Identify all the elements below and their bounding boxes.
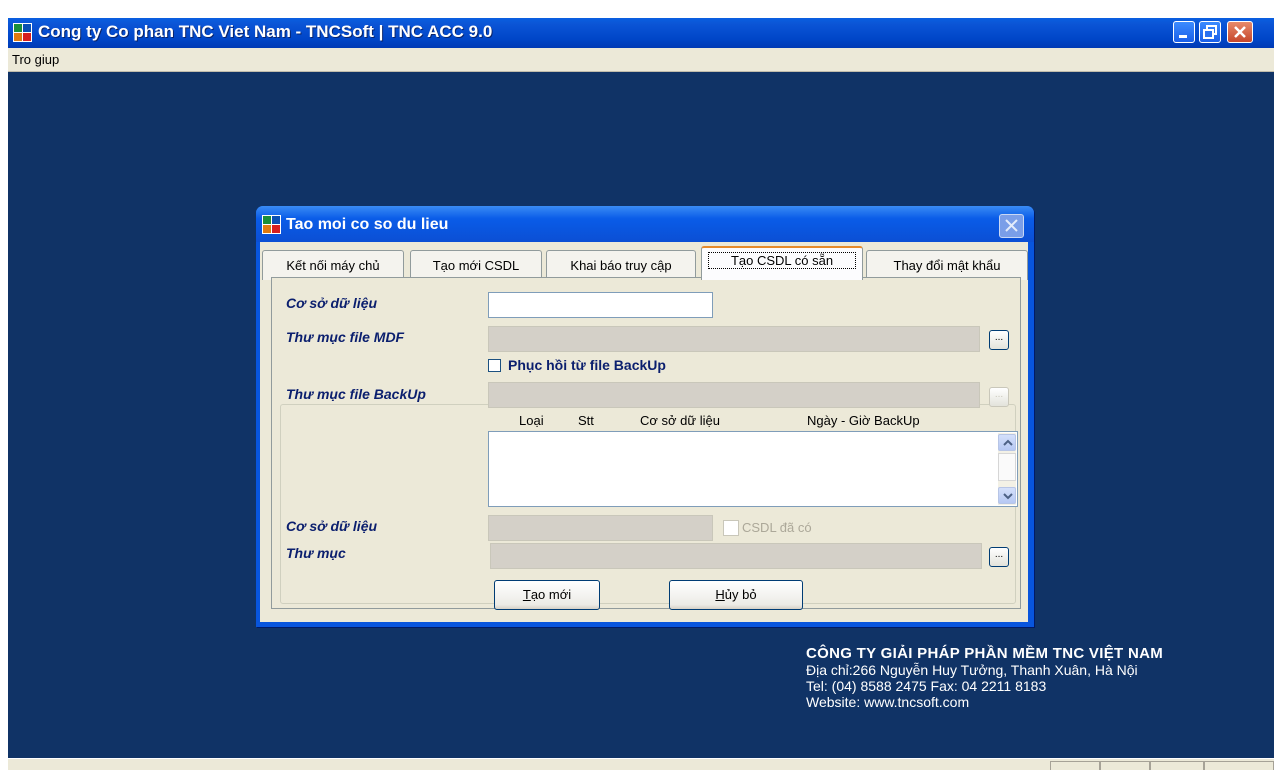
database-label: Cơ sở dữ liệu	[286, 295, 378, 311]
chevron-up-icon	[1003, 439, 1013, 446]
menu-bar: Tro giup	[8, 48, 1274, 72]
scroll-thumb[interactable]	[998, 453, 1016, 481]
backup-list[interactable]	[488, 431, 1018, 507]
backup-browse-button[interactable]: ...	[989, 387, 1009, 407]
dialog-close-button[interactable]	[999, 214, 1024, 238]
tab-existing-database[interactable]: Tạo CSDL có sẵn	[701, 246, 863, 280]
restore-button[interactable]	[1199, 21, 1221, 43]
exists-checkbox[interactable]	[723, 520, 739, 536]
tab-change-password[interactable]: Thay đổi mật khẩu	[866, 250, 1028, 280]
close-button[interactable]	[1227, 21, 1253, 43]
restore-database-input[interactable]	[488, 515, 713, 541]
app-titlebar[interactable]: Cong ty Co phan TNC Viet Nam - TNCSoft |…	[8, 18, 1274, 48]
company-info: CÔNG TY GIẢI PHÁP PHẦN MỀM TNC VIỆT NAM …	[806, 645, 1163, 710]
status-pane-3	[1150, 761, 1204, 770]
dialog-logo-icon	[262, 215, 281, 234]
tab-label: Thay đổi mật khẩu	[893, 258, 1001, 273]
backup-folder-label: Thư mục file BackUp	[286, 386, 426, 402]
column-header-no: Stt	[578, 413, 594, 428]
status-bar	[8, 758, 1274, 770]
app-window: Cong ty Co phan TNC Viet Nam - TNCSoft |…	[0, 0, 1274, 770]
cancel-button-label: ủy bỏ	[724, 587, 757, 602]
backup-list-scrollbar[interactable]	[998, 433, 1016, 505]
tab-panel-content: Cơ sở dữ liệu Thư mục file MDF ... Phục …	[272, 278, 1020, 608]
folder-label: Thư mục	[286, 545, 346, 561]
mdf-browse-button[interactable]: ...	[989, 330, 1009, 350]
tab-label: Tạo CSDL có sẵn	[708, 252, 856, 269]
minimize-icon	[1179, 35, 1187, 38]
menu-item-help[interactable]: Tro giup	[12, 52, 59, 67]
app-logo-icon	[13, 23, 32, 42]
tab-create-database[interactable]: Tạo mới CSDL	[410, 250, 542, 280]
restore-database-label: Cơ sở dữ liệu	[286, 518, 378, 534]
dialog-body: Kết nối máy chủ Tạo mới CSDL Khai báo tr…	[260, 242, 1028, 622]
create-button-mnemonic: T	[522, 587, 531, 602]
chevron-down-icon	[1003, 493, 1013, 500]
create-button-label: ạo mới	[530, 587, 572, 602]
company-address: Địa chỉ:266 Nguyễn Huy Tưởng, Thanh Xuân…	[806, 662, 1138, 678]
folder-browse-button[interactable]: ...	[989, 547, 1009, 567]
tab-panel: Cơ sở dữ liệu Thư mục file MDF ... Phục …	[271, 277, 1021, 609]
dialog-titlebar[interactable]: Tao moi co so du lieu	[256, 206, 1034, 242]
dialog-title: Tao moi co so du lieu	[286, 216, 449, 233]
close-icon	[1005, 219, 1018, 232]
window-left-edge	[0, 0, 8, 770]
scroll-down-button[interactable]	[998, 487, 1016, 504]
close-icon	[1234, 26, 1246, 38]
restore-checkbox-label[interactable]: Phục hồi từ file BackUp	[508, 357, 666, 373]
tab-label: Khai báo truy cập	[570, 258, 672, 273]
column-header-backup-time: Ngày - Giờ BackUp	[807, 413, 920, 428]
create-button[interactable]: Tạo mới	[494, 580, 600, 610]
app-title: Cong ty Co phan TNC Viet Nam - TNCSoft |…	[38, 22, 493, 41]
folder-input[interactable]	[490, 543, 982, 569]
cancel-button-mnemonic: H	[715, 587, 725, 602]
minimize-button[interactable]	[1173, 21, 1195, 43]
tab-label: Kết nối máy chủ	[286, 258, 380, 273]
restore-checkbox[interactable]	[488, 359, 501, 372]
database-input[interactable]	[488, 292, 713, 318]
mdf-folder-label: Thư mục file MDF	[286, 329, 405, 345]
scroll-up-button[interactable]	[998, 434, 1016, 451]
cancel-button[interactable]: Hủy bỏ	[669, 580, 803, 610]
company-website: Website: www.tncsoft.com	[806, 694, 970, 710]
mdf-folder-input[interactable]	[488, 326, 980, 352]
restore-icon	[1203, 25, 1217, 39]
tab-label: Tạo mới CSDL	[432, 258, 520, 273]
company-name: CÔNG TY GIẢI PHÁP PHẦN MỀM TNC VIỆT NAM	[806, 645, 1163, 662]
tab-access-declaration[interactable]: Khai báo truy cập	[546, 250, 696, 280]
exists-checkbox-label[interactable]: CSDL đã có	[742, 520, 812, 535]
column-header-database: Cơ sở dữ liệu	[640, 413, 720, 428]
backup-folder-input[interactable]	[488, 382, 980, 408]
company-phone: Tel: (04) 8588 2475 Fax: 04 2211 8183	[806, 678, 1047, 694]
status-pane-1	[1050, 761, 1100, 770]
column-header-type: Loại	[519, 413, 544, 428]
restore-legend: Phục hồi từ file BackUp	[484, 354, 742, 376]
create-database-dialog: Tao moi co so du lieu Kết nối máy chủ Tạ…	[256, 206, 1034, 627]
status-pane-4	[1204, 761, 1274, 770]
tab-server-connection[interactable]: Kết nối máy chủ	[262, 250, 404, 280]
status-pane-2	[1100, 761, 1150, 770]
